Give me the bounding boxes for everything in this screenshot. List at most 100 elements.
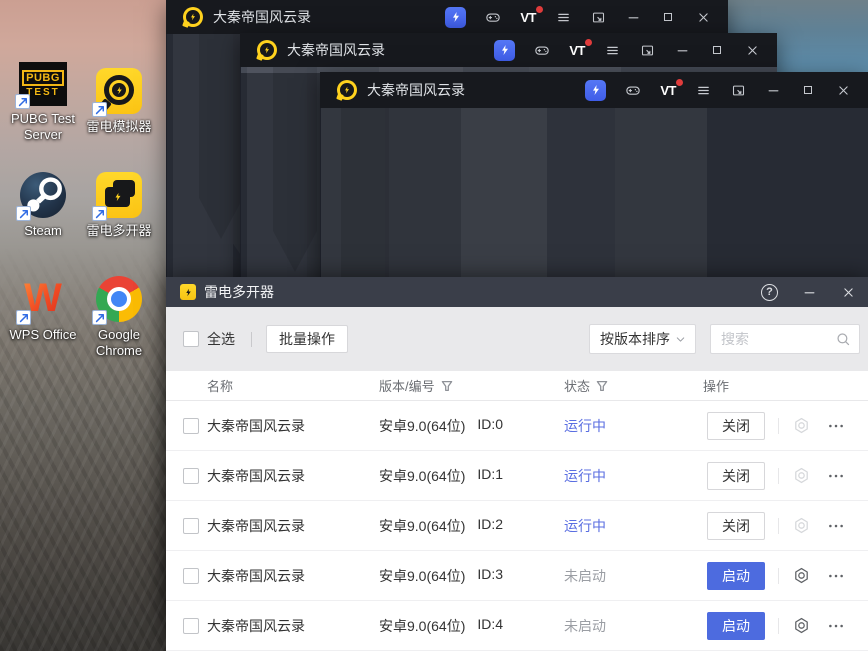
more-options-icon[interactable] [827, 617, 845, 635]
minimize-button[interactable] [625, 9, 641, 25]
close-button[interactable] [695, 9, 711, 25]
header-action: 操作 [703, 379, 730, 394]
gamepad-icon[interactable] [534, 42, 550, 58]
popout-icon[interactable] [639, 42, 655, 58]
search-input[interactable] [721, 331, 835, 347]
instance-version: 安卓9.0(64位) [379, 517, 466, 534]
close-button[interactable] [744, 42, 760, 58]
ldplayer-icon [92, 68, 142, 117]
instance-name: 大秦帝国风云录 [207, 567, 305, 584]
row-checkbox[interactable] [183, 417, 199, 434]
gamepad-icon[interactable] [625, 82, 641, 98]
status-badge: 运行中 [564, 467, 606, 484]
instance-row: 大秦帝国风云录 安卓9.0(64位) ID:4 未启动 启动 [166, 601, 868, 651]
ld-multiplayer-icon [92, 172, 142, 221]
vt-button[interactable]: VT [520, 5, 543, 25]
start-instance-button[interactable]: 启动 [707, 611, 765, 640]
sort-by-version-dropdown[interactable]: 按版本排序 [589, 324, 696, 354]
instance-row: 大秦帝国风云录 安卓9.0(64位) ID:0 运行中 关闭 [166, 401, 868, 451]
instance-id: ID:0 [477, 415, 504, 432]
instance-id: ID:1 [477, 465, 504, 482]
more-options-icon[interactable] [827, 567, 845, 585]
emulator-titlebar: 大秦帝国风云录 VT [166, 0, 728, 34]
desktop-icon-pubg-test-server[interactable]: PUBG TEST PUBG Test Server [6, 62, 80, 143]
search-icon [835, 331, 851, 347]
ldplayer-logo-icon [336, 80, 357, 101]
instance-row: 大秦帝国风云录 安卓9.0(64位) ID:1 运行中 关闭 [166, 451, 868, 501]
row-checkbox[interactable] [183, 467, 199, 484]
ops-divider [778, 517, 779, 534]
desktop-icon-label: WPS Office [9, 327, 77, 342]
settings-gear-icon[interactable] [792, 466, 811, 485]
boost-icon[interactable] [494, 39, 516, 61]
desktop-icon-label: Google Chrome [95, 327, 143, 358]
batch-operation-button[interactable]: 批量操作 [266, 325, 348, 353]
popout-icon[interactable] [730, 82, 746, 98]
more-options-icon[interactable] [827, 417, 845, 435]
menu-icon[interactable] [604, 42, 620, 58]
maximize-button[interactable] [800, 82, 816, 98]
filter-funnel-icon[interactable] [596, 380, 608, 392]
select-all-checkbox[interactable] [183, 331, 199, 347]
boost-icon[interactable] [585, 79, 607, 101]
settings-gear-icon[interactable] [792, 566, 811, 585]
desktop-icon-steam[interactable]: Steam [6, 172, 80, 239]
more-options-icon[interactable] [827, 517, 845, 535]
instance-version: 安卓9.0(64位) [379, 617, 466, 634]
row-checkbox[interactable] [183, 617, 199, 634]
close-instance-button[interactable]: 关闭 [707, 511, 765, 540]
desktop-icon-google-chrome[interactable]: Google Chrome [82, 276, 156, 359]
shortcut-arrow-icon [92, 206, 107, 221]
settings-gear-icon[interactable] [792, 516, 811, 535]
start-instance-button[interactable]: 启动 [707, 561, 765, 590]
minimize-button[interactable] [802, 285, 817, 300]
desktop-icon-label: PUBG Test Server [10, 111, 76, 142]
boost-icon[interactable] [445, 6, 467, 28]
instance-version: 安卓9.0(64位) [379, 417, 466, 434]
maximize-button[interactable] [660, 9, 676, 25]
popout-icon[interactable] [590, 9, 606, 25]
instance-name: 大秦帝国风云录 [207, 417, 305, 434]
instance-version: 安卓9.0(64位) [379, 567, 466, 584]
desktop-icon-wps-office[interactable]: W WPS Office [6, 276, 80, 343]
header-version: 版本/编号 [379, 379, 435, 394]
close-instance-button[interactable]: 关闭 [707, 461, 765, 490]
desktop-icon-ld-multiplayer[interactable]: 雷电多开器 [82, 172, 156, 239]
help-icon[interactable]: ? [761, 283, 778, 301]
search-box [710, 324, 860, 354]
minimize-button[interactable] [765, 82, 781, 98]
shortcut-arrow-icon [16, 310, 31, 325]
ops-divider [778, 467, 779, 484]
notification-dot [676, 78, 683, 86]
more-options-icon[interactable] [827, 467, 845, 485]
desktop-icon-ldplayer[interactable]: 雷电模拟器 [82, 68, 156, 135]
multi-instance-manager-window: 雷电多开器 ? 全选 批量操作 按版本排序 名称 版本/编号 [166, 277, 868, 651]
filter-funnel-icon[interactable] [441, 380, 453, 392]
minimize-button[interactable] [674, 42, 690, 58]
close-instance-button[interactable]: 关闭 [707, 411, 765, 440]
shortcut-arrow-icon [92, 102, 107, 117]
select-all-label: 全选 [207, 331, 235, 347]
instance-name: 大秦帝国风云录 [207, 617, 305, 634]
toolbar-divider [251, 331, 252, 347]
row-checkbox[interactable] [183, 567, 199, 584]
instance-name: 大秦帝国风云录 [207, 517, 305, 534]
emulator-titlebar: 大秦帝国风云录 VT [240, 33, 777, 67]
settings-gear-icon[interactable] [792, 416, 811, 435]
status-badge: 未启动 [564, 617, 606, 634]
status-badge: 运行中 [564, 417, 606, 434]
menu-icon[interactable] [695, 82, 711, 98]
maximize-button[interactable] [709, 42, 725, 58]
settings-gear-icon[interactable] [792, 616, 811, 635]
gamepad-icon[interactable] [485, 9, 501, 25]
menu-icon[interactable] [555, 9, 571, 25]
vt-button[interactable]: VT [660, 78, 683, 98]
close-button[interactable] [841, 285, 856, 300]
window-title: 大秦帝国风云录 [287, 42, 385, 58]
vt-button[interactable]: VT [569, 38, 592, 58]
row-checkbox[interactable] [183, 517, 199, 534]
close-button[interactable] [835, 82, 851, 98]
instance-row: 大秦帝国风云录 安卓9.0(64位) ID:2 运行中 关闭 [166, 501, 868, 551]
instance-id: ID:2 [477, 515, 504, 532]
shortcut-arrow-icon [16, 206, 31, 221]
